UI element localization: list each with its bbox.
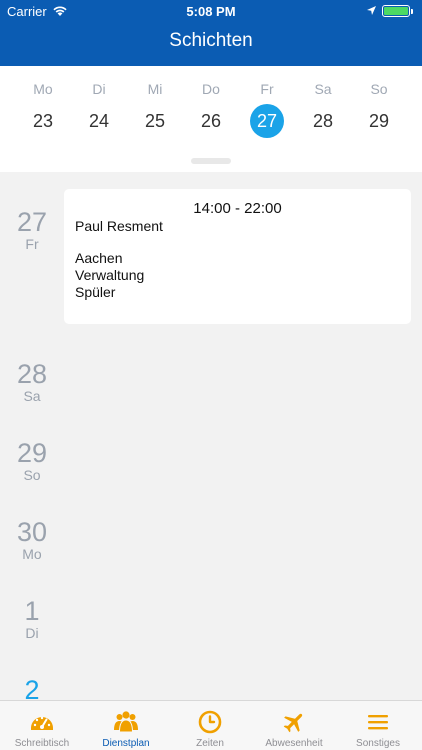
tab-label: Abwesenheit [265, 738, 323, 749]
shift-location: Aachen [75, 250, 123, 266]
week-day-name: Sa [314, 81, 332, 97]
tab-label: Sonstiges [356, 738, 400, 749]
timeline-day-number: 30 [16, 517, 48, 547]
status-bar: Carrier 5:08 PM [0, 0, 422, 22]
timeline-day-number: 2 [24, 675, 40, 700]
shift-role: Spüler [75, 284, 116, 300]
week-strip: Mo 23 Di 24 Mi 25 Do 26 Fr 27 Sa 28 So 2… [0, 66, 422, 172]
week-day-name: Di [92, 81, 106, 97]
timeline-day: 28 Sa [0, 359, 64, 404]
tab-bar: Schreibtisch Dienstplan Zeiten Abwesenhe… [0, 700, 422, 750]
week-day-name: Mi [147, 81, 163, 97]
timeline-day-number: 27 [16, 207, 48, 237]
week-day-name: Fr [260, 81, 274, 97]
timeline-day-weekday: Sa [23, 388, 41, 404]
timeline-day-number: 28 [16, 359, 48, 389]
timeline-day-today: 2 [0, 675, 64, 700]
tab-schreibtisch[interactable]: Schreibtisch [0, 701, 84, 750]
tab-label: Zeiten [196, 738, 224, 749]
week-day-name: Mo [33, 81, 53, 97]
week-day-number: 25 [144, 111, 166, 131]
timeline-day-number: 1 [24, 596, 40, 626]
menu-icon [368, 715, 388, 730]
shift-card[interactable]: 14:00 - 22:00 Paul Resment Aachen Verwal… [64, 189, 411, 324]
shift-time: 14:00 - 22:00 [193, 200, 282, 217]
app-header: Carrier 5:08 PM Schichten [0, 0, 422, 66]
week-day-number-selected: 27 [250, 104, 284, 138]
people-icon [114, 711, 138, 733]
clock-icon [198, 710, 222, 734]
week-day-number: 29 [368, 111, 390, 131]
tab-zeiten[interactable]: Zeiten [168, 701, 252, 750]
speedometer-icon [31, 716, 53, 730]
week-day-number: 26 [200, 111, 222, 131]
week-day-name: Do [202, 81, 220, 97]
timeline-day: 29 So [0, 438, 64, 483]
schedule-timeline[interactable]: 27 Fr 28 Sa 29 So 30 Mo 1 Di 2 14:00 - 2… [0, 172, 422, 700]
battery-icon [382, 5, 413, 17]
week-day-number: 24 [88, 111, 110, 131]
timeline-day-weekday: Di [25, 625, 39, 641]
timeline-day-weekday: Fr [25, 236, 39, 252]
tab-label: Dienstplan [102, 738, 150, 749]
week-day-name: So [370, 81, 388, 97]
week-day-number: 23 [32, 111, 54, 131]
timeline-day: 30 Mo [0, 517, 64, 562]
airplane-icon [283, 713, 303, 733]
shift-person: Paul Resment [75, 218, 163, 234]
tab-dienstplan[interactable]: Dienstplan [84, 701, 168, 750]
tab-abwesenheit[interactable]: Abwesenheit [252, 701, 336, 750]
tab-label: Schreibtisch [14, 738, 70, 749]
location-arrow-icon [367, 6, 376, 15]
timeline-day-number: 29 [16, 438, 48, 468]
timeline-day-weekday: Mo [22, 546, 42, 562]
page-title: Schichten [169, 30, 253, 51]
shift-department: Verwaltung [75, 267, 145, 283]
timeline-day: 1 Di [0, 596, 64, 641]
tab-sonstiges[interactable]: Sonstiges [336, 701, 420, 750]
timeline-day: 27 Fr [0, 207, 64, 252]
drag-handle[interactable] [191, 158, 231, 164]
week-day-number: 28 [312, 111, 334, 131]
timeline-day-weekday: So [23, 467, 41, 483]
status-time: 5:08 PM [186, 4, 236, 19]
